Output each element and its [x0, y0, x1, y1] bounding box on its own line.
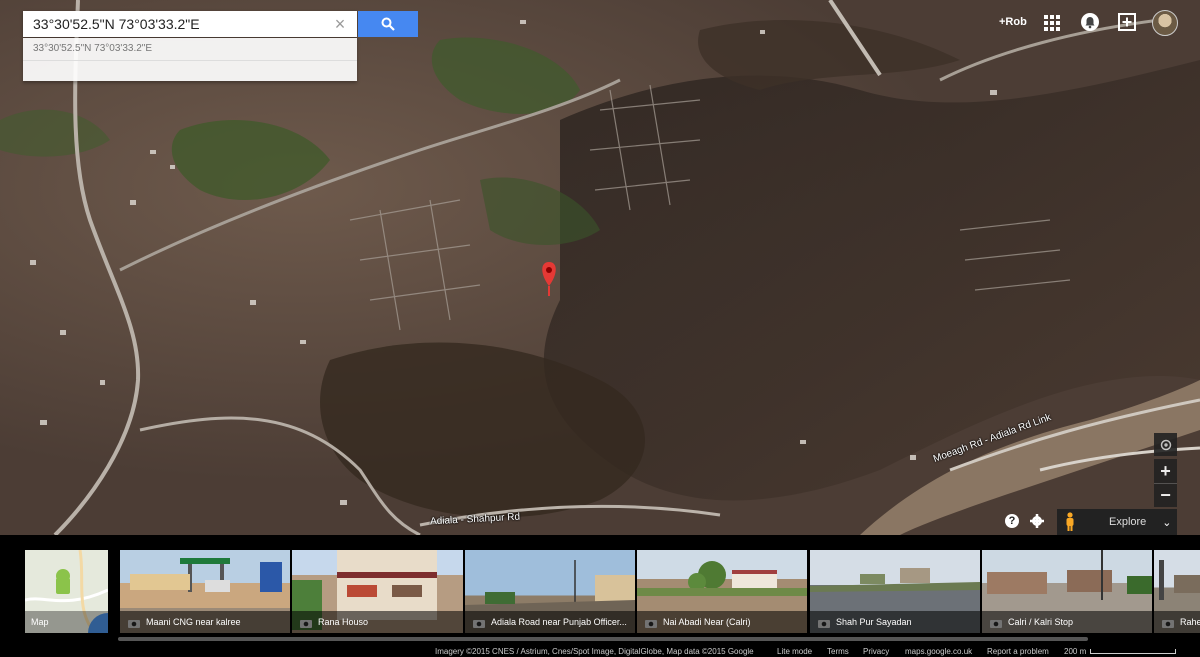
search-suggestions: 33°30'52.5"N 73°03'33.2"E: [23, 38, 357, 81]
plus-icon: [1122, 17, 1132, 27]
privacy-link[interactable]: Privacy: [863, 647, 889, 656]
explore-label: Explore: [1109, 516, 1147, 528]
search-icon: [381, 17, 395, 31]
card-caption: Shah Pur Sayadan: [810, 611, 980, 633]
lite-mode-link[interactable]: Lite mode: [777, 647, 812, 656]
card-caption: Nai Abadi Near (Calri): [637, 611, 807, 633]
zoom-in-button[interactable]: +: [1154, 459, 1177, 483]
search-input[interactable]: [23, 16, 323, 32]
strip-scrollbar[interactable]: [118, 637, 1088, 641]
map-thumbnail-card[interactable]: Map: [25, 550, 108, 633]
clear-search-icon[interactable]: ×: [331, 15, 349, 33]
terms-link[interactable]: Terms: [827, 647, 849, 656]
pegman-icon[interactable]: [1063, 512, 1077, 532]
bell-icon: [1085, 17, 1095, 29]
zoom-out-button[interactable]: −: [1154, 483, 1177, 507]
scale-bar[interactable]: [1090, 649, 1176, 654]
gear-icon[interactable]: [1030, 514, 1044, 528]
report-problem-link[interactable]: Report a problem: [987, 647, 1049, 656]
apps-grid-icon[interactable]: [1044, 15, 1060, 31]
card-caption: Map: [25, 611, 108, 633]
avatar[interactable]: [1152, 10, 1178, 36]
card-caption: Calri / Kalri Stop: [982, 611, 1152, 633]
domain-link[interactable]: maps.google.co.uk: [905, 647, 972, 656]
card-caption: Maani CNG near kalree: [120, 611, 290, 633]
share-icon[interactable]: [1118, 13, 1136, 31]
divider: [23, 60, 357, 61]
notifications-icon[interactable]: [1081, 13, 1099, 31]
card-caption: Adiala Road near Punjab Officer...: [465, 611, 635, 633]
photo-card[interactable]: Rahe: [1154, 550, 1200, 633]
my-location-button[interactable]: [1154, 433, 1177, 456]
photo-card[interactable]: Rana Houso: [292, 550, 463, 633]
crosshair-icon: [1160, 439, 1171, 450]
imagery-attribution: Imagery ©2015 CNES / Astrium, Cnes/Spot …: [435, 647, 754, 656]
photo-card[interactable]: Adiala Road near Punjab Officer...: [465, 550, 635, 633]
photo-card[interactable]: Calri / Kalri Stop: [982, 550, 1152, 633]
photo-card[interactable]: Maani CNG near kalree: [120, 550, 290, 633]
photo-card[interactable]: Shah Pur Sayadan: [810, 550, 980, 633]
chevron-down-icon: ⌄: [1162, 516, 1172, 529]
explore-toggle[interactable]: Explore ⌄: [1057, 509, 1177, 535]
search-box: ×: [23, 11, 357, 37]
photo-card[interactable]: Nai Abadi Near (Calri): [637, 550, 807, 633]
search-button[interactable]: [358, 11, 418, 37]
card-caption: Rahe: [1154, 611, 1200, 633]
card-caption: Rana Houso: [292, 611, 463, 633]
user-profile-link[interactable]: +Rob: [999, 16, 1027, 28]
help-icon[interactable]: ?: [1005, 514, 1019, 528]
scale-label[interactable]: 200 m: [1064, 647, 1086, 656]
suggestion-item[interactable]: 33°30'52.5"N 73°03'33.2"E: [23, 38, 357, 60]
